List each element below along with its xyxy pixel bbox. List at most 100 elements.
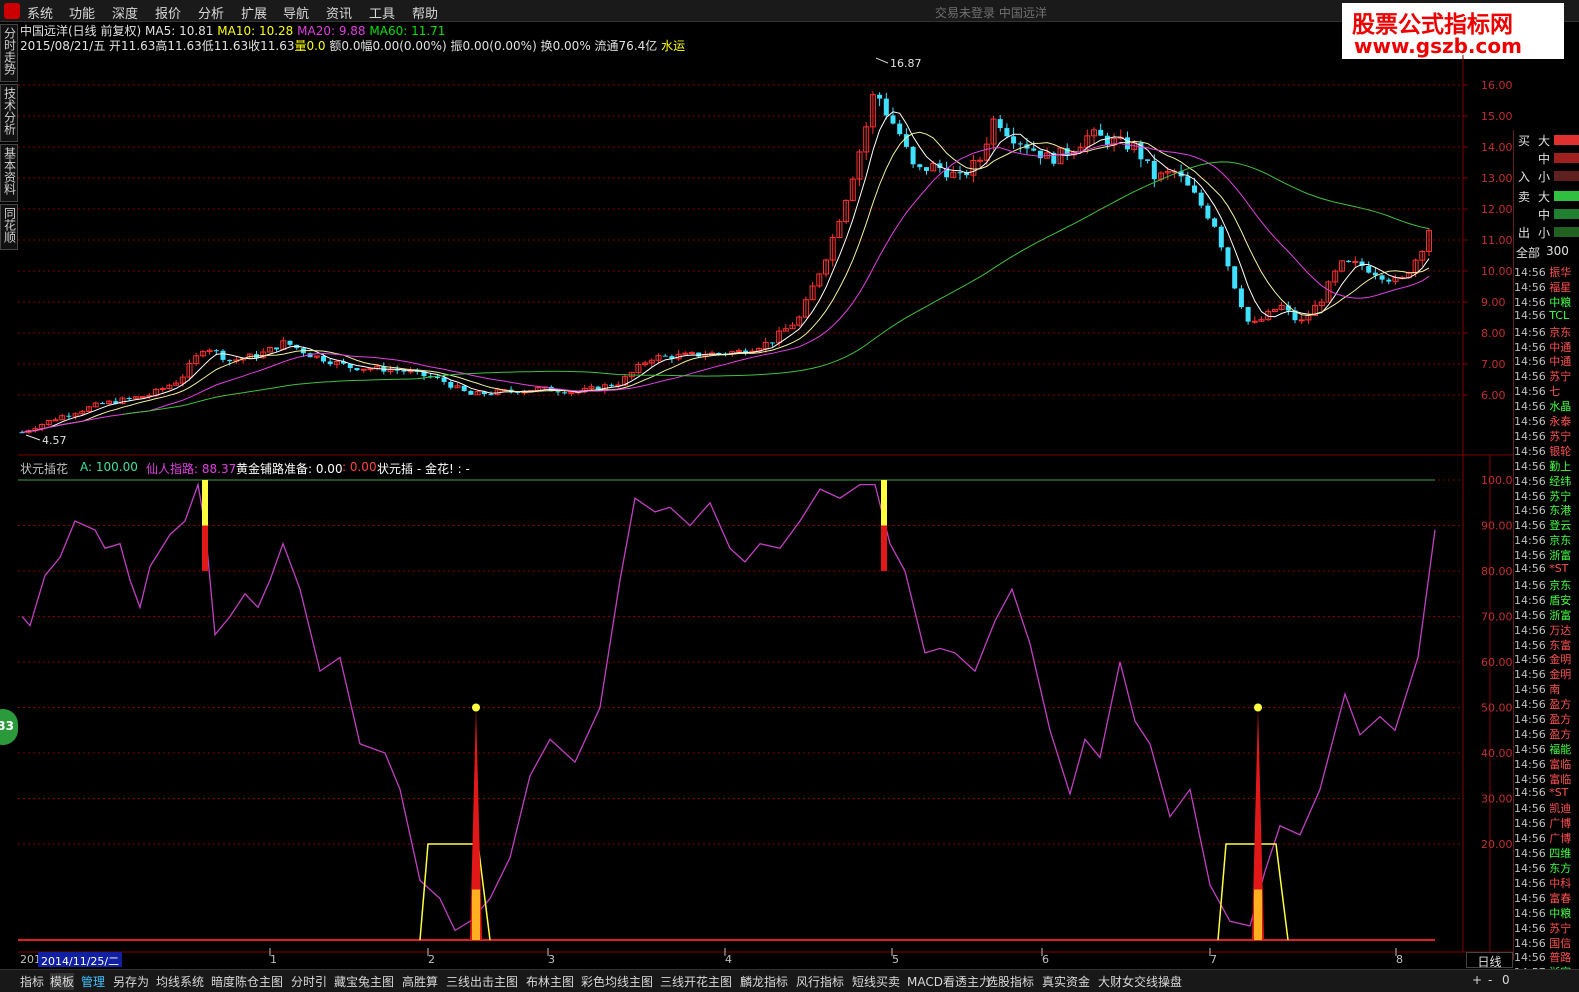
candle-body-down	[890, 115, 896, 124]
tick-row[interactable]: 14:56 金明	[1514, 651, 1571, 666]
candle-body-up	[1251, 320, 1258, 323]
candle-body-up	[1352, 261, 1359, 264]
btab-fenshiyin[interactable]: 分时引	[291, 973, 327, 990]
tick-row[interactable]: 14:56 富临	[1514, 756, 1571, 771]
candle-body-down	[468, 391, 474, 395]
tick-row[interactable]: 14:56 普路	[1514, 949, 1571, 964]
tick-row[interactable]: 14:56 富春	[1514, 890, 1571, 905]
tick-time: 14:56	[1514, 951, 1550, 965]
tick-row[interactable]: 14:56 苏宁	[1514, 488, 1571, 503]
tick-row[interactable]: 14:56 万达	[1514, 622, 1571, 637]
bottom-tab-bar: 指标 模板 管理 另存为 均线系统 暗度陈仓主图 分时引 藏宝兔主图 高胜算 三…	[0, 969, 1579, 992]
tick-row[interactable]: 14:56 东港	[1514, 502, 1571, 517]
tick-time: 14:56	[1514, 295, 1550, 309]
btab-anducc[interactable]: 暗度陈仓主图	[211, 973, 283, 990]
btab-dacainv[interactable]: 大财女交线操盘	[1098, 973, 1182, 990]
tick-time: 14:56	[1514, 832, 1550, 846]
tick-row[interactable]: 14:56 福能	[1514, 741, 1571, 756]
tick-stock: 南	[1549, 683, 1561, 697]
tick-stock: 盈方	[1549, 713, 1572, 726]
tick-stock: *ST	[1549, 562, 1569, 575]
indicator-huangjin: 黄金铺路准备: 0.00	[236, 462, 343, 476]
btab-manage[interactable]: 管理	[81, 973, 105, 990]
tick-row[interactable]: 14:56 中科	[1514, 875, 1571, 890]
tick-row[interactable]: 14:56 银轮	[1514, 443, 1571, 458]
tick-row[interactable]: 14:56 盾安	[1514, 592, 1571, 607]
tick-row[interactable]: 14:56 水晶	[1514, 398, 1571, 413]
btab-sanxianchuji[interactable]: 三线出击主图	[446, 973, 518, 990]
tick-row[interactable]: 14:56 京东	[1514, 577, 1571, 592]
zoom-in-button[interactable]: +	[1472, 973, 1482, 987]
tick-row[interactable]: 14:56 经纬	[1514, 473, 1571, 488]
indicator-name[interactable]: 状元插花	[20, 460, 68, 477]
tick-row[interactable]: 14:56 振华	[1514, 264, 1571, 279]
tick-row[interactable]: 14:56 广博	[1514, 815, 1571, 830]
chart-canvas[interactable]: 16.0015.0014.0013.0012.0011.0010.009.008…	[0, 0, 1579, 992]
btab-zhenshi[interactable]: 真实资金	[1042, 973, 1090, 990]
tick-row[interactable]: 14:56 苏宁	[1514, 920, 1571, 935]
btab-xuangu[interactable]: 选股指标	[986, 973, 1034, 990]
tick-row[interactable]: 14:56 凯迪	[1514, 800, 1571, 815]
btab-bolin[interactable]: 布林主图	[526, 973, 574, 990]
btab-indicator[interactable]: 指标	[20, 973, 44, 990]
tick-row[interactable]: 14:56 中粮	[1514, 905, 1571, 920]
candle-body-down	[99, 403, 105, 405]
tick-row[interactable]: 14:56 中通	[1514, 339, 1571, 354]
tick-row[interactable]: 14:56 浙富	[1514, 607, 1571, 622]
candle-body-down	[1225, 247, 1231, 267]
tick-row[interactable]: 14:56 勤上	[1514, 458, 1571, 473]
tick-row[interactable]: 14:56 盈方	[1514, 696, 1571, 711]
zoom-reset-button[interactable]: 0	[1502, 973, 1510, 987]
all-label[interactable]: 全部	[1516, 244, 1540, 261]
time-axis: 2014 1 2 3 4 5 6 7 8	[18, 952, 1463, 968]
tick-row[interactable]: 14:56 浙富	[1514, 547, 1571, 562]
tick-row[interactable]: 14:56 盈方	[1514, 726, 1571, 741]
tick-row[interactable]: 14:56 TCL	[1514, 309, 1569, 324]
tick-row[interactable]: 14:56 中通	[1514, 353, 1571, 368]
indicator-a: A: 100.00	[80, 460, 138, 474]
btab-caisejunxian[interactable]: 彩色均线主图	[581, 973, 653, 990]
tick-stock: 东富	[1549, 638, 1572, 652]
ind-axis-label: 60.00	[1481, 656, 1513, 669]
tick-row[interactable]: 14:56 东富	[1514, 637, 1571, 652]
zoom-out-button[interactable]: -	[1488, 973, 1492, 987]
btab-ma-system[interactable]: 均线系统	[156, 973, 204, 990]
tick-row[interactable]: 14:56 金明	[1514, 666, 1571, 681]
tick-row[interactable]: 14:56 七	[1514, 383, 1560, 398]
btab-cangbaotu[interactable]: 藏宝兔主图	[334, 973, 394, 990]
tick-stock: 京东	[1549, 534, 1572, 548]
tick-row[interactable]: 14:56 中粮	[1514, 294, 1571, 309]
tick-row[interactable]: 14:56 京东	[1514, 532, 1571, 547]
tick-row[interactable]: 14:56 四维	[1514, 845, 1571, 860]
tick-stock: 国信	[1549, 936, 1572, 950]
tick-stock: 凯迪	[1549, 802, 1572, 816]
btab-linlong[interactable]: 麟龙指标	[740, 973, 788, 990]
btab-gaoshengsuan[interactable]: 高胜算	[402, 973, 438, 990]
tick-row[interactable]: 14:56 南	[1514, 681, 1560, 696]
btab-sanxiankaihua[interactable]: 三线开花主图	[660, 973, 732, 990]
tick-row[interactable]: 14:56 福星	[1514, 279, 1571, 294]
tick-row[interactable]: 14:56 富临	[1514, 771, 1571, 786]
tick-row[interactable]: 14:56 永泰	[1514, 413, 1571, 428]
buy-medium: 中	[1538, 152, 1551, 166]
btab-duanxian[interactable]: 短线买卖	[852, 973, 900, 990]
tick-row[interactable]: 14:56 广博	[1514, 830, 1571, 845]
tick-row[interactable]: 14:56 苏宁	[1514, 428, 1571, 443]
tick-row[interactable]: 14:56 盈方	[1514, 711, 1571, 726]
btab-fengxing[interactable]: 风行指标	[796, 973, 844, 990]
tick-row[interactable]: 14:56 京东	[1514, 324, 1571, 339]
buy-large: 大	[1538, 134, 1551, 148]
tick-row[interactable]: 14:56 东方	[1514, 860, 1571, 875]
tick-row[interactable]: 14:56 *ST	[1514, 562, 1568, 577]
price-axis-label: 10.00	[1481, 265, 1513, 278]
signal-top-yellow	[202, 480, 208, 526]
btab-template[interactable]: 模板	[50, 973, 75, 990]
tick-row[interactable]: 14:56 国信	[1514, 935, 1571, 950]
tick-row[interactable]: 14:56 苏宁	[1514, 368, 1571, 383]
period-button[interactable]: 日线	[1466, 952, 1513, 969]
tick-time: 14:56	[1514, 444, 1550, 458]
tick-row[interactable]: 14:56 *ST	[1514, 786, 1568, 801]
btab-saveas[interactable]: 另存为	[113, 973, 149, 990]
btab-macd[interactable]: MACD看透主力	[907, 973, 991, 990]
tick-row[interactable]: 14:56 登云	[1514, 517, 1571, 532]
